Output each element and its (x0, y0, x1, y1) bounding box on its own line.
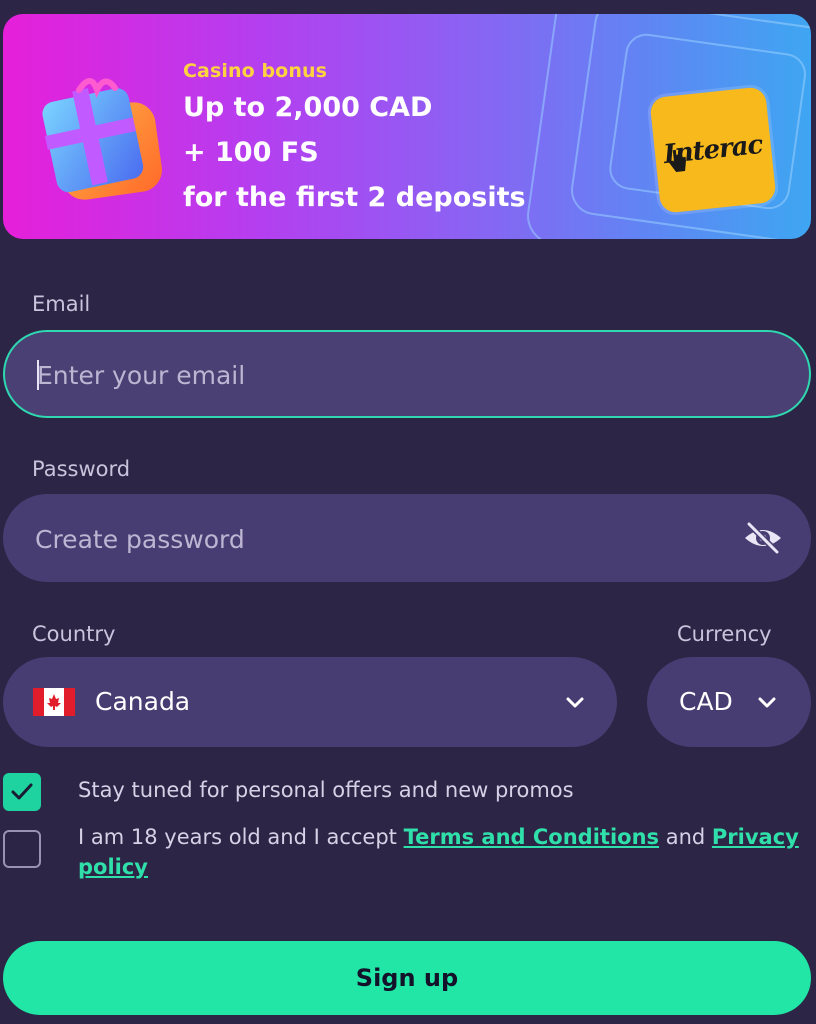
gift-box-icon (42, 78, 162, 200)
promo-tag: Casino bonus (183, 60, 327, 82)
casino-bonus-banner[interactable]: Casino bonus Up to 2,000 CAD + 100 FS fo… (3, 14, 811, 239)
terms-text-before: I am 18 years old and I accept (78, 825, 404, 849)
checkmark-icon (11, 783, 33, 800)
country-value: Canada (95, 687, 191, 716)
email-input[interactable] (35, 332, 739, 418)
country-select[interactable]: Canada (3, 657, 617, 747)
password-field-container[interactable] (3, 494, 811, 584)
eye-off-icon[interactable] (741, 516, 785, 560)
promos-checkbox[interactable] (3, 773, 41, 811)
promo-free-spins: + 100 FS (183, 137, 319, 168)
sign-up-button[interactable]: Sign up (3, 941, 811, 1015)
promo-text: Casino bonus Up to 2,000 CAD + 100 FS fo… (183, 60, 526, 220)
email-field-container[interactable] (3, 330, 811, 418)
chevron-down-icon (566, 697, 584, 708)
terms-checkbox[interactable] (3, 830, 41, 868)
country-label: Country (32, 622, 116, 646)
hand-pointer-icon (669, 149, 686, 172)
currency-label: Currency (677, 622, 772, 646)
terms-and-conditions-link[interactable]: Terms and Conditions (404, 825, 659, 849)
canada-flag-icon (33, 688, 75, 716)
terms-checkbox-label: I am 18 years old and I accept Terms and… (78, 822, 808, 882)
promos-checkbox-label: Stay tuned for personal offers and new p… (78, 778, 574, 802)
text-caret (37, 360, 39, 390)
interac-logo: Interac (649, 86, 777, 214)
currency-value: CAD (679, 687, 733, 716)
password-label: Password (32, 457, 131, 481)
email-label: Email (32, 292, 91, 316)
promo-condition: for the first 2 deposits (183, 182, 526, 213)
password-input[interactable] (33, 494, 737, 584)
chevron-down-icon (758, 697, 776, 708)
terms-text-middle: and (659, 825, 712, 849)
currency-select[interactable]: CAD (647, 657, 811, 747)
promo-amount: Up to 2,000 CAD (183, 92, 433, 123)
